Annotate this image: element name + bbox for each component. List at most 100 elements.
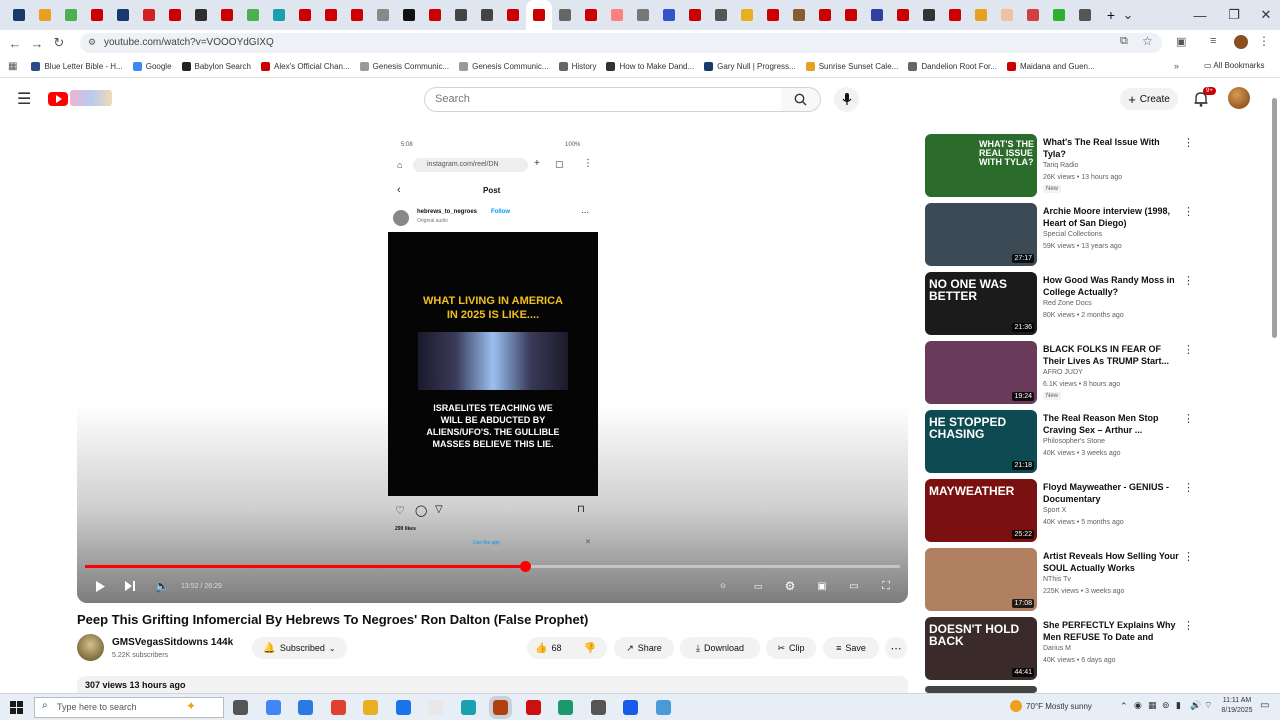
browser-tab[interactable] xyxy=(760,0,786,30)
taskbar-app-icon[interactable] xyxy=(298,700,313,715)
video-options-icon[interactable]: ⋮ xyxy=(1183,412,1194,425)
browser-tab[interactable] xyxy=(292,0,318,30)
video-options-icon[interactable]: ⋮ xyxy=(1183,619,1194,632)
recommended-channel[interactable]: Red Zone Docs xyxy=(1043,300,1092,307)
browser-tab[interactable] xyxy=(448,0,474,30)
browser-tab[interactable] xyxy=(916,0,942,30)
progress-scrubber[interactable] xyxy=(520,561,532,572)
back-arrow-icon[interactable]: ← xyxy=(4,32,26,54)
browser-tab[interactable] xyxy=(864,0,890,30)
volume-icon[interactable]: 🔈 xyxy=(153,576,171,596)
subscribed-button[interactable]: 🔔 Subscribed ⌄ xyxy=(252,637,347,659)
browser-tab[interactable] xyxy=(942,0,968,30)
taskbar-app-icon[interactable] xyxy=(233,700,248,715)
recommended-video[interactable]: 27:17 Archie Moore interview (1998, Heart… xyxy=(925,203,1265,267)
recommended-video[interactable]: 17:08 Artist Reveals How Selling Your SOU… xyxy=(925,548,1265,612)
recommended-channel[interactable]: Philosopher's Stone xyxy=(1043,438,1105,445)
youtube-logo-icon[interactable] xyxy=(48,92,68,106)
fullscreen-icon[interactable]: ⛶ xyxy=(877,576,895,596)
network-icon[interactable]: ◉ xyxy=(1134,700,1142,711)
recommended-channel[interactable]: NThis Tv xyxy=(1043,576,1071,583)
browser-tab[interactable] xyxy=(110,0,136,30)
voice-search-button[interactable] xyxy=(834,87,859,112)
miniplayer-icon[interactable]: ▣ xyxy=(813,576,831,596)
video-player[interactable]: 5:08 100% ⌂ instagram.com/reel/DN + ▢ ⋮ … xyxy=(77,130,908,603)
browser-tab[interactable] xyxy=(162,0,188,30)
recommended-video[interactable]: NO ONE WAS BETTER 21:36 How Good Was Randy… xyxy=(925,272,1265,336)
play-button[interactable] xyxy=(91,576,109,596)
more-actions-icon[interactable]: ⋯ xyxy=(885,637,907,659)
video-thumbnail[interactable]: 19:24 xyxy=(925,341,1037,404)
weather-text[interactable]: 70°F Mostly sunny xyxy=(1026,702,1092,711)
browser-tab[interactable] xyxy=(58,0,84,30)
browser-tab[interactable] xyxy=(474,0,500,30)
video-options-icon[interactable]: ⋮ xyxy=(1183,550,1194,563)
bookmark-item[interactable]: Blue Letter Bible - H... xyxy=(31,62,123,71)
bookmark-item[interactable]: Google xyxy=(132,62,172,71)
cast-icon[interactable]: ⧉ xyxy=(1120,35,1128,48)
video-thumbnail[interactable]: WHAT'S THE REAL ISSUE WITH TYLA? xyxy=(925,134,1037,197)
browser-tab[interactable] xyxy=(682,0,708,30)
browser-tab[interactable] xyxy=(708,0,734,30)
video-thumbnail[interactable]: 17:08 xyxy=(925,548,1037,611)
apps-grid-icon[interactable]: ▦ xyxy=(8,61,17,72)
browser-tab[interactable] xyxy=(6,0,32,30)
bookmark-item[interactable]: History xyxy=(558,62,596,71)
browser-tab[interactable] xyxy=(344,0,370,30)
wifi-icon[interactable]: ⌔ xyxy=(1204,700,1212,711)
recommended-title[interactable]: Archie Moore interview (1998, Heart of S… xyxy=(1043,205,1181,229)
channel-avatar[interactable] xyxy=(77,634,104,661)
clock-time[interactable]: 11:11 AM xyxy=(1220,697,1254,704)
browser-tab[interactable] xyxy=(552,0,578,30)
browser-tab[interactable] xyxy=(1072,0,1098,30)
taskbar-app-icon[interactable] xyxy=(489,696,512,719)
recommended-channel[interactable]: Special Collections xyxy=(1043,231,1102,238)
browser-tab[interactable] xyxy=(812,0,838,30)
url-field[interactable]: youtube.com/watch?v=VOOOYdGIXQ xyxy=(80,33,1162,53)
recommended-video[interactable]: 19:24 BLACK FOLKS IN FEAR OF Their Lives … xyxy=(925,341,1265,405)
recommended-title[interactable]: Artist Reveals How Selling Your SOUL Act… xyxy=(1043,550,1181,574)
browser-tab[interactable] xyxy=(838,0,864,30)
video-thumbnail[interactable]: DOESN'T HOLD BACK 44:41 xyxy=(925,617,1037,680)
more-bookmarks-icon[interactable]: » xyxy=(1174,61,1179,71)
bookmark-item[interactable]: Dandelion Root For... xyxy=(908,62,997,71)
browser-tab[interactable] xyxy=(370,0,396,30)
video-options-icon[interactable]: ⋮ xyxy=(1183,343,1194,356)
location-icon[interactable]: ⊚ xyxy=(1162,700,1170,711)
browser-tab[interactable] xyxy=(266,0,292,30)
video-thumbnail[interactable]: NO ONE WAS BETTER 21:36 xyxy=(925,272,1037,335)
battery-icon[interactable]: ▮ xyxy=(1176,700,1181,711)
browser-tab[interactable] xyxy=(604,0,630,30)
notification-center-icon[interactable]: ▭ xyxy=(1260,700,1269,711)
captions-icon[interactable]: ▭ xyxy=(749,576,767,596)
bookmark-item[interactable]: Maidana and Guen... xyxy=(1006,62,1095,71)
video-options-icon[interactable]: ⋮ xyxy=(1183,481,1194,494)
bookmark-item[interactable]: Genesis Communic... xyxy=(459,62,549,71)
browser-tab[interactable] xyxy=(1046,0,1072,30)
recommended-channel[interactable]: Darius M xyxy=(1043,645,1071,652)
maximize-button[interactable]: ❐ xyxy=(1216,0,1252,30)
browser-tab[interactable] xyxy=(500,0,526,30)
taskbar-app-icon[interactable] xyxy=(363,700,378,715)
video-thumbnail[interactable] xyxy=(925,686,1037,693)
all-bookmarks-button[interactable]: ▭ All Bookmarks xyxy=(1204,61,1264,70)
recommended-video-partial[interactable] xyxy=(925,686,1265,693)
video-progress-bar[interactable] xyxy=(85,561,900,572)
browser-tab[interactable] xyxy=(1020,0,1046,30)
hamburger-menu-icon[interactable]: ☰ xyxy=(17,89,31,109)
browser-tab[interactable] xyxy=(968,0,994,30)
taskbar-app-icon[interactable] xyxy=(265,700,281,715)
clock-date[interactable]: 8/19/2025 xyxy=(1220,707,1254,714)
recommended-video[interactable]: DOESN'T HOLD BACK 44:41 She PERFECTLY Expl… xyxy=(925,617,1265,681)
recommended-title[interactable]: The Real Reason Men Stop Craving Sex – A… xyxy=(1043,412,1181,436)
create-button[interactable]: + Create xyxy=(1120,88,1178,110)
share-button[interactable]: ↗ Share xyxy=(614,637,674,659)
taskbar-app-icon[interactable] xyxy=(395,700,411,715)
recommended-title[interactable]: What's The Real Issue With Tyla? xyxy=(1043,136,1181,160)
channel-name[interactable]: GMSVegasSitdowns 144k xyxy=(112,637,233,648)
browser-tab[interactable] xyxy=(656,0,682,30)
site-info-icon[interactable]: ⚙ xyxy=(88,37,96,48)
bookmark-item[interactable]: Gary Null | Progress... xyxy=(704,62,796,71)
taskbar-app-icon[interactable] xyxy=(428,700,443,715)
copilot-sparkle-icon[interactable]: ✦ xyxy=(186,699,196,713)
